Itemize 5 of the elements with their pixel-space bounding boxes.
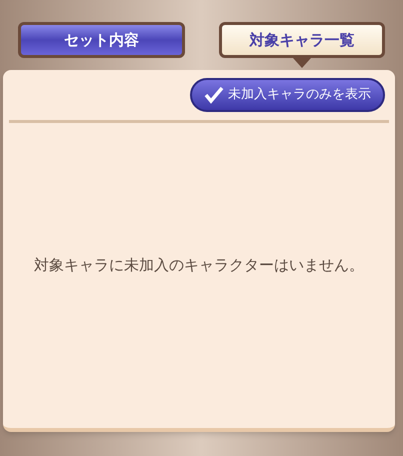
filter-toggle-button[interactable]: 未加入キャラのみを表示 (190, 78, 385, 112)
tab[interactable]: 対象キャラ一覧 (218, 22, 385, 58)
pointer-icon (292, 58, 311, 68)
tab[interactable]: セット内容 (18, 22, 184, 58)
empty-message: 対象キャラに未加入のキャラクターはいません。 (33, 256, 365, 275)
